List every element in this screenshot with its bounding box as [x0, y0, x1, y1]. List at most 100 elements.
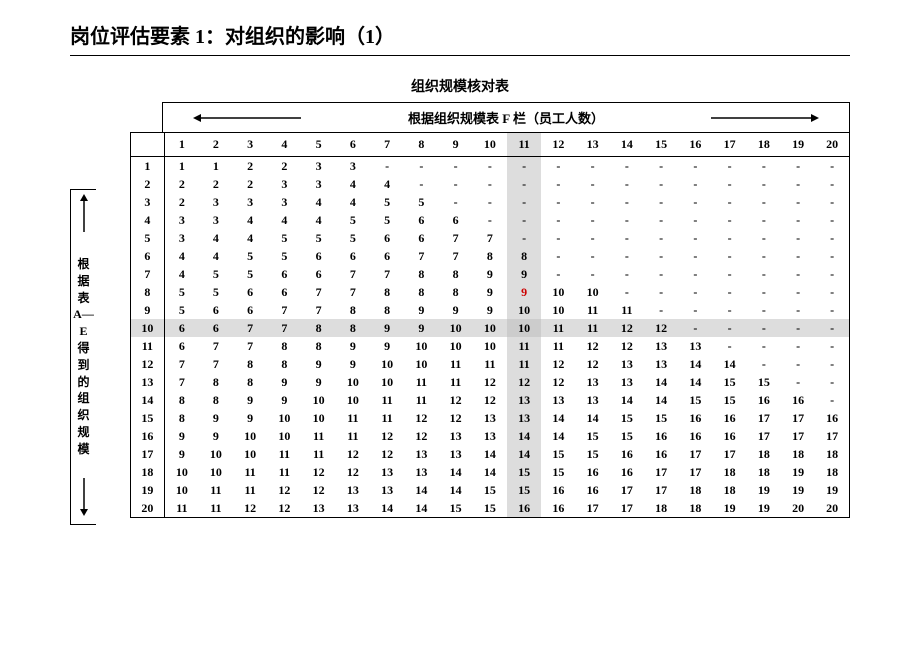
cell: 17: [576, 499, 610, 518]
table-row: 1810101111121213131414151516161717181819…: [96, 463, 850, 481]
cell: 20: [815, 499, 849, 518]
col-header: 4: [267, 133, 301, 157]
cell: -: [815, 193, 849, 211]
cell: -: [713, 157, 747, 176]
cell: -: [781, 319, 815, 337]
cell: -: [815, 355, 849, 373]
cell: 10: [302, 391, 336, 409]
cell: 18: [678, 481, 712, 499]
cell: 3: [165, 211, 199, 229]
cell: -: [610, 157, 644, 176]
top-axis-text: 根据组织规模表 F 栏（员工人数）: [408, 108, 604, 127]
cell: 7: [404, 247, 438, 265]
cell: 5: [165, 301, 199, 319]
cell: 13: [678, 337, 712, 355]
cell: 17: [781, 409, 815, 427]
cell: -: [747, 175, 781, 193]
cell: -: [576, 265, 610, 283]
cell: 14: [439, 481, 473, 499]
cell: 11: [199, 481, 233, 499]
cell: 8: [336, 319, 370, 337]
cell: -: [713, 319, 747, 337]
cell: -: [541, 265, 575, 283]
cell: 11: [336, 409, 370, 427]
cell: 7: [233, 319, 267, 337]
cell: -: [644, 211, 678, 229]
cell: 11: [576, 301, 610, 319]
cell: -: [713, 301, 747, 319]
row-header: 20: [130, 499, 164, 518]
table-row: 22223344-------------: [96, 175, 850, 193]
table-row: 9566778899910101111------: [96, 301, 850, 319]
cell: -: [713, 211, 747, 229]
cell: 18: [747, 463, 781, 481]
cell: 5: [165, 283, 199, 301]
cell: 4: [233, 211, 267, 229]
row-header: 12: [130, 355, 164, 373]
cell: 4: [267, 211, 301, 229]
cell: 16: [610, 463, 644, 481]
cell: 6: [199, 301, 233, 319]
cell: 5: [336, 229, 370, 247]
cell: 11: [439, 355, 473, 373]
cell: -: [541, 247, 575, 265]
cell: 11: [233, 481, 267, 499]
cell: 8: [199, 391, 233, 409]
cell: -: [781, 157, 815, 176]
cell: 2: [233, 175, 267, 193]
cell: 4: [199, 229, 233, 247]
cell: 6: [267, 283, 301, 301]
cell: 13: [644, 355, 678, 373]
cell: 16: [678, 409, 712, 427]
cell: 10: [370, 373, 404, 391]
cell: 12: [439, 391, 473, 409]
cell: 10: [302, 409, 336, 427]
col-header: 20: [815, 133, 849, 157]
cell: -: [713, 175, 747, 193]
cell: 19: [781, 481, 815, 499]
cell: -: [644, 175, 678, 193]
cell: 7: [165, 355, 199, 373]
cell: 9: [165, 445, 199, 463]
cell: 8: [473, 247, 507, 265]
cell: -: [644, 229, 678, 247]
cell: 14: [507, 427, 541, 445]
cell: 8: [404, 265, 438, 283]
cell: 18: [678, 499, 712, 518]
cell: 9: [233, 409, 267, 427]
cell: -: [507, 175, 541, 193]
cell: 11: [199, 499, 233, 518]
cell: -: [781, 355, 815, 373]
cell: 13: [439, 427, 473, 445]
table-row: 1699101011111212131314141515161616171717: [96, 427, 850, 445]
cell: -: [678, 265, 712, 283]
cell: 8: [199, 373, 233, 391]
cell: 13: [473, 427, 507, 445]
cell: -: [610, 211, 644, 229]
cell: 15: [644, 409, 678, 427]
cell: 3: [165, 229, 199, 247]
cell: 14: [507, 445, 541, 463]
cell: 6: [165, 319, 199, 337]
cell: 10: [439, 337, 473, 355]
cell: 13: [473, 409, 507, 427]
subtitle: 组织规模核对表: [70, 76, 850, 96]
cell: 14: [644, 373, 678, 391]
cell: 3: [199, 211, 233, 229]
cell: 8: [404, 283, 438, 301]
cell: 11: [507, 355, 541, 373]
cell: 19: [815, 481, 849, 499]
cell: 6: [404, 229, 438, 247]
cell: -: [541, 193, 575, 211]
cell: 10: [165, 481, 199, 499]
cell: -: [576, 193, 610, 211]
cell: 4: [233, 229, 267, 247]
row-header: 10: [130, 319, 164, 337]
cell: 5: [233, 265, 267, 283]
cell: 11: [404, 373, 438, 391]
table-row: 745566778899---------: [96, 265, 850, 283]
cell: 6: [439, 211, 473, 229]
cell: 5: [336, 211, 370, 229]
cell: 9: [267, 373, 301, 391]
cell: 17: [644, 463, 678, 481]
